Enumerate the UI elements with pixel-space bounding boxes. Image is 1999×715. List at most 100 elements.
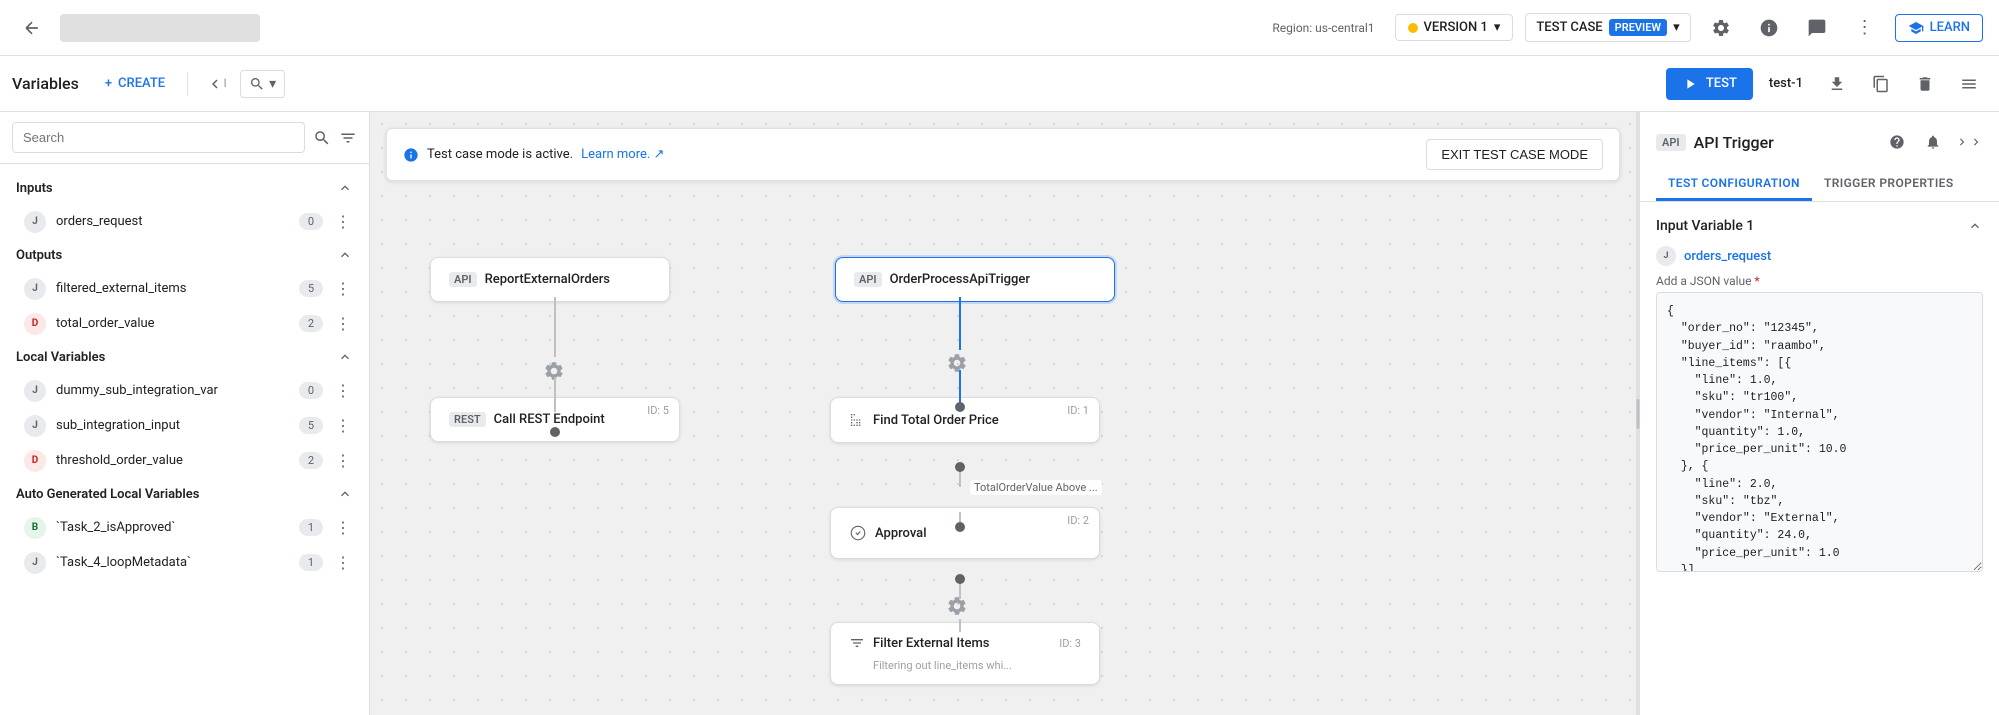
rp-title-row: API API Trigger [1656,128,1983,168]
divider [187,72,188,96]
tab-trigger-properties[interactable]: TRIGGER PROPERTIES [1812,168,1966,201]
panel-divider [1636,112,1639,715]
zoom-button[interactable]: ▾ [240,70,285,98]
info-button[interactable] [1751,10,1787,46]
var-count: 0 [299,382,323,399]
var-type-badge: B [24,517,46,539]
right-panel: API API Trigger TEST CONFIGURATION TRIGG… [1639,112,1999,715]
outputs-title: Outputs [16,248,62,263]
find-total-order-price-node[interactable]: Find Total Order Price ID: 1 [830,397,1100,443]
list-item: B `Task_2_isApproved` 1 ⋮ [0,510,369,545]
inputs-title: Inputs [16,181,53,196]
chat-button[interactable] [1799,10,1835,46]
topbar: Region: us-central1 VERSION 1 ▾ TEST CAS… [0,0,1999,56]
menu-button[interactable] [1951,66,1987,102]
tab-test-configuration[interactable]: TEST CONFIGURATION [1656,168,1812,201]
approval-node[interactable]: Approval ID: 2 [830,507,1100,559]
var-type-badge: J [24,380,46,402]
var-name: dummy_sub_integration_var [56,383,289,398]
report-external-orders-node[interactable]: API ReportExternalOrders [430,257,670,302]
var-name: `Task_4_loopMetadata` [56,555,289,570]
secondbar: Variables + CREATE | ▾ TEST test-1 [0,56,1999,112]
var-menu-icon[interactable]: ⋮ [333,312,353,335]
node-title: Call REST Endpoint [494,412,605,427]
outputs-section-header[interactable]: Outputs [0,239,369,271]
gear-connector-1[interactable] [543,360,565,382]
order-process-api-trigger-node[interactable]: API OrderProcessApiTrigger [835,257,1115,302]
help-button[interactable] [1883,128,1911,156]
download-button[interactable] [1819,66,1855,102]
test-case-label: TEST CASE [1536,20,1602,35]
more-icon: ⋮ [1856,17,1874,38]
input-var-chevron-icon[interactable] [1967,218,1983,234]
expand-button[interactable] [1955,128,1983,156]
test-mode-banner: Test case mode is active. Learn more. ↗ … [386,128,1620,181]
exit-test-case-button[interactable]: EXIT TEST CASE MODE [1426,139,1603,170]
filter-external-items-node[interactable]: Filter External Items ID: 3 Filtering ou… [830,622,1100,685]
test-run-button[interactable]: TEST [1666,68,1753,100]
filter-icon[interactable] [339,129,357,147]
inputs-section-header[interactable]: Inputs [0,172,369,204]
search-bar [0,112,369,164]
back-button[interactable] [16,12,48,44]
var-menu-icon[interactable]: ⋮ [333,414,353,437]
preview-badge: PREVIEW [1609,19,1667,36]
var-menu-icon[interactable]: ⋮ [333,210,353,233]
auto-vars-chevron-icon [337,486,353,502]
var-type-badge: J [24,278,46,300]
learn-button[interactable]: LEARN [1895,14,1983,42]
var-menu-icon[interactable]: ⋮ [333,379,353,402]
var-type-small-badge: J [1656,246,1676,266]
gear-connector-3[interactable] [946,595,968,617]
test-run-label: TEST [1706,76,1737,91]
collapse-panel-button[interactable]: | [200,68,232,100]
delete-button[interactable] [1907,66,1943,102]
local-vars-chevron-icon [337,349,353,365]
node-type-label: API [854,272,882,287]
rp-content: Input Variable 1 J orders_request Add a … [1640,202,1999,715]
var-menu-icon[interactable]: ⋮ [333,449,353,472]
json-textarea[interactable]: { "order_no": "12345", "buyer_id": "raam… [1656,292,1983,572]
var-label: orders_request [1684,249,1771,264]
required-star: * [1755,274,1760,288]
create-button[interactable]: + CREATE [95,70,175,97]
var-menu-icon[interactable]: ⋮ [333,516,353,539]
var-name: filtered_external_items [56,281,289,296]
main-layout: Inputs J orders_request 0 ⋮ Outputs J fi… [0,112,1999,715]
var-count: 5 [299,280,323,297]
list-item: J orders_request 0 ⋮ [0,204,369,239]
bell-button[interactable] [1919,128,1947,156]
settings-button[interactable] [1703,10,1739,46]
input-var-row: J orders_request [1656,246,1983,266]
var-type-badge: D [24,313,46,335]
json-label: Add a JSON value * [1656,274,1983,288]
gear-connector-2[interactable] [946,352,968,374]
var-menu-icon[interactable]: ⋮ [333,551,353,574]
right-panel-header: API API Trigger TEST CONFIGURATION TRIGG… [1640,112,1999,202]
auto-vars-section-header[interactable]: Auto Generated Local Variables [0,478,369,510]
search-input[interactable] [12,122,305,153]
test-case-button[interactable]: TEST CASE PREVIEW ▾ [1525,13,1690,42]
list-item: J dummy_sub_integration_var 0 ⋮ [0,373,369,408]
version-dot [1408,23,1418,33]
var-type-badge: J [24,415,46,437]
more-button[interactable]: ⋮ [1847,10,1883,46]
copy-button[interactable] [1863,66,1899,102]
rp-tabs: TEST CONFIGURATION TRIGGER PROPERTIES [1656,168,1983,201]
call-rest-endpoint-node[interactable]: REST Call REST Endpoint ID: 5 [430,397,680,442]
create-icon: + [105,76,112,91]
var-menu-icon[interactable]: ⋮ [333,277,353,300]
var-count: 1 [299,519,323,536]
learn-more-link[interactable]: Learn more. ↗ [581,147,664,162]
local-vars-section-header[interactable]: Local Variables [0,341,369,373]
vars-content: Inputs J orders_request 0 ⋮ Outputs J fi… [0,164,369,715]
version-button[interactable]: VERSION 1 ▾ [1395,14,1514,41]
edge-label: TotalOrderValue Above ... [970,480,1102,495]
node-title: Filter External Items [873,636,989,651]
list-item: J filtered_external_items 5 ⋮ [0,271,369,306]
learn-label: LEARN [1930,20,1970,35]
var-name: threshold_order_value [56,453,289,468]
project-title [60,14,260,42]
canvas-area[interactable]: Test case mode is active. Learn more. ↗ … [370,112,1636,715]
node-title: OrderProcessApiTrigger [890,272,1030,287]
